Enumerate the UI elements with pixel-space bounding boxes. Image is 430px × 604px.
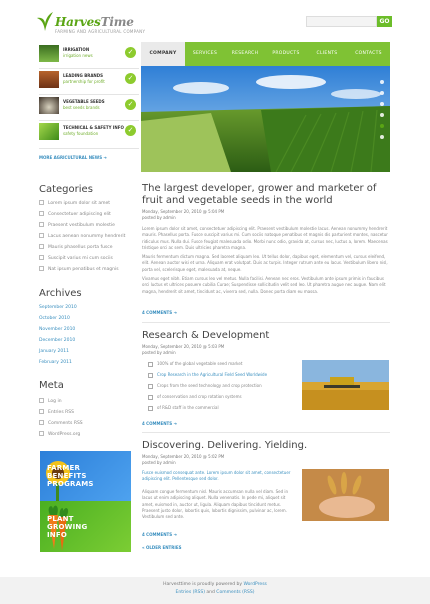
hero-slider[interactable] <box>141 66 390 172</box>
banner-plant-text: PLANT GROWING INFO <box>47 515 88 539</box>
sidebar-item-title: IRRIGATION <box>63 47 90 52</box>
category-item[interactable]: Nat ipsum penatibus et magnis <box>39 266 119 272</box>
slider-dot[interactable] <box>380 80 384 84</box>
meta-title: Meta <box>39 380 64 391</box>
check-icon: ✓ <box>125 99 136 110</box>
post-intro-link[interactable]: Fusce euismod consequat ante. Lorem ipsu… <box>142 470 292 483</box>
post-title[interactable]: Research & Development <box>142 330 382 342</box>
tab-services[interactable]: SERVICES <box>185 42 225 66</box>
post-date: Monday, September 20, 2010 @ 5:04 PM <box>142 209 225 214</box>
archive-link[interactable]: December 2010 <box>39 338 75 343</box>
post-body-1: Lorem ipsum dolor sit amet, consectetuer… <box>142 226 388 250</box>
comments-link[interactable]: 4 COMMENTS ➔ <box>142 421 177 426</box>
tab-contacts[interactable]: CONTACTS <box>347 42 390 66</box>
irrigation-thumb <box>39 45 59 62</box>
logo[interactable]: HarvesTime <box>55 15 134 29</box>
footer: Harvesttime is proudly powered by WordPr… <box>0 577 430 604</box>
post-author: posted by admin <box>142 460 176 465</box>
search-input[interactable] <box>306 16 377 27</box>
post-date: Monday, September 20, 2010 @ 5:02 PM <box>142 454 225 459</box>
sidebar-item-sub: irrigation news <box>63 53 93 58</box>
category-item[interactable]: Suscipit varius mi cum sociis <box>39 255 113 261</box>
check-icon: ✓ <box>125 73 136 84</box>
banner-farmer-text: FARMER BENEFITS PROGRAMS <box>47 464 94 488</box>
list-item: 100% of the global vegetable seed market <box>148 361 242 367</box>
archive-link[interactable]: October 2010 <box>39 316 70 321</box>
sidebar-item-sub: partnership for profit <box>63 79 105 84</box>
post-body-2: Mauris fermentum dictum magna. Sed laore… <box>142 254 388 272</box>
divider <box>142 432 390 433</box>
list-item: of R&D staff in the commercial <box>148 405 219 411</box>
search-button[interactable]: GO <box>377 16 392 27</box>
divider <box>142 322 390 323</box>
meta-link[interactable]: Comments RSS <box>39 420 83 426</box>
list-item[interactable]: Crop Research in the Agricultural Field … <box>148 372 267 378</box>
archive-link[interactable]: September 2010 <box>39 305 77 310</box>
meta-link[interactable]: Entries RSS <box>39 409 74 415</box>
category-item[interactable]: Consectetuer adipiscing elit <box>39 211 111 217</box>
meta-link[interactable]: Log in <box>39 398 62 404</box>
footer-powered: Harvesttime is proudly powered by WordPr… <box>163 582 267 587</box>
seeds-thumb <box>39 97 59 114</box>
archive-link[interactable]: November 2010 <box>39 327 75 332</box>
slider-dots <box>380 80 385 146</box>
older-entries-link[interactable]: « OLDER ENTRIES <box>142 545 181 550</box>
sidebar-item-seeds[interactable]: VEGETABLE SEEDS best seeds brands ✓ <box>39 95 139 121</box>
slider-dot[interactable] <box>380 135 384 139</box>
list-item: Crops from the seed technology and crop … <box>148 383 262 389</box>
post-title[interactable]: Discovering. Delivering. Yielding. <box>142 440 382 452</box>
check-icon: ✓ <box>125 47 136 58</box>
sidebar-item-title: VEGETABLE SEEDS <box>63 99 105 104</box>
category-item[interactable]: Lorem ipsum dolor sit amet <box>39 200 110 206</box>
comments-rss-link[interactable]: Comments (RSS) <box>216 590 254 595</box>
slider-dot[interactable] <box>380 102 384 106</box>
slider-dot[interactable] <box>380 124 384 128</box>
archive-link[interactable]: February 2011 <box>39 360 72 365</box>
sidebar-item-sub: best seeds brands <box>63 105 100 110</box>
list-item: of conservation and crop rotation system… <box>148 394 242 400</box>
cornfield-image <box>141 66 390 172</box>
tab-clients[interactable]: CLIENTS <box>307 42 347 66</box>
post-body: Aliquam congue fermentum nisl. Mauris ac… <box>142 489 289 520</box>
meta-link[interactable]: WordPress.org <box>39 431 80 437</box>
sidebar-item-title: LEADING BRANDS <box>63 73 103 78</box>
safety-thumb <box>39 123 59 140</box>
sidebar-item-brands[interactable]: LEADING BRANDS partnership for profit ✓ <box>39 69 139 95</box>
category-item[interactable]: Praesent vestibulum molestie <box>39 222 115 228</box>
archives-title: Archives <box>39 288 82 299</box>
comments-link[interactable]: 4 COMMENTS ➔ <box>142 532 177 537</box>
comments-link[interactable]: 4 COMMENTS ➔ <box>142 310 177 315</box>
sidebar-item-safety[interactable]: TECHNICAL & SAFETY INFO safety foundatio… <box>39 121 139 149</box>
footer-feeds: Entries (RSS) and Comments (RSS) <box>175 590 255 595</box>
category-item[interactable]: Mauris phasellus porta fusce <box>39 244 113 250</box>
wheat-hand-image <box>302 469 389 521</box>
sidebar-item-sub: safety foundation <box>63 131 99 136</box>
sidebar-item-irrigation[interactable]: IRRIGATION irrigation news ✓ <box>39 43 139 69</box>
sidebar-item-title: TECHNICAL & SAFETY INFO <box>63 125 124 130</box>
entries-rss-link[interactable]: Entries (RSS) <box>176 590 205 595</box>
main-nav: COMPANY SERVICES RESEARCH PRODUCTS CLIEN… <box>141 42 390 66</box>
categories-title: Categories <box>39 184 93 195</box>
leaf-logo-icon <box>37 12 53 31</box>
arrow-right-icon: ➔ <box>103 155 107 160</box>
harvester-image <box>302 360 389 410</box>
post-author: posted by admin <box>142 350 176 355</box>
more-news-link[interactable]: MORE AGRICULTURAL NEWS ➔ <box>39 155 107 160</box>
logo-tagline: FARMING AND AGRICULTURAL COMPANY <box>55 29 146 34</box>
tab-research[interactable]: RESEARCH <box>225 42 265 66</box>
archive-link[interactable]: January 2011 <box>39 349 69 354</box>
slider-dot[interactable] <box>380 91 384 95</box>
post-title[interactable]: The largest developer, grower and market… <box>142 183 382 207</box>
brands-thumb <box>39 71 59 88</box>
post-date: Monday, September 20, 2010 @ 5:03 PM <box>142 344 225 349</box>
check-icon: ✓ <box>125 125 136 136</box>
slider-dot[interactable] <box>380 113 384 117</box>
category-item[interactable]: Lacus aenean nonummy hendrerit <box>39 233 125 239</box>
tab-company[interactable]: COMPANY <box>141 42 185 66</box>
post-body-3: Vivamus eget nibh. Etiam cursus leo vel … <box>142 276 386 294</box>
wordpress-link[interactable]: WordPress <box>243 582 266 587</box>
tab-products[interactable]: PRODUCTS <box>265 42 307 66</box>
post-author: posted by admin <box>142 215 176 220</box>
